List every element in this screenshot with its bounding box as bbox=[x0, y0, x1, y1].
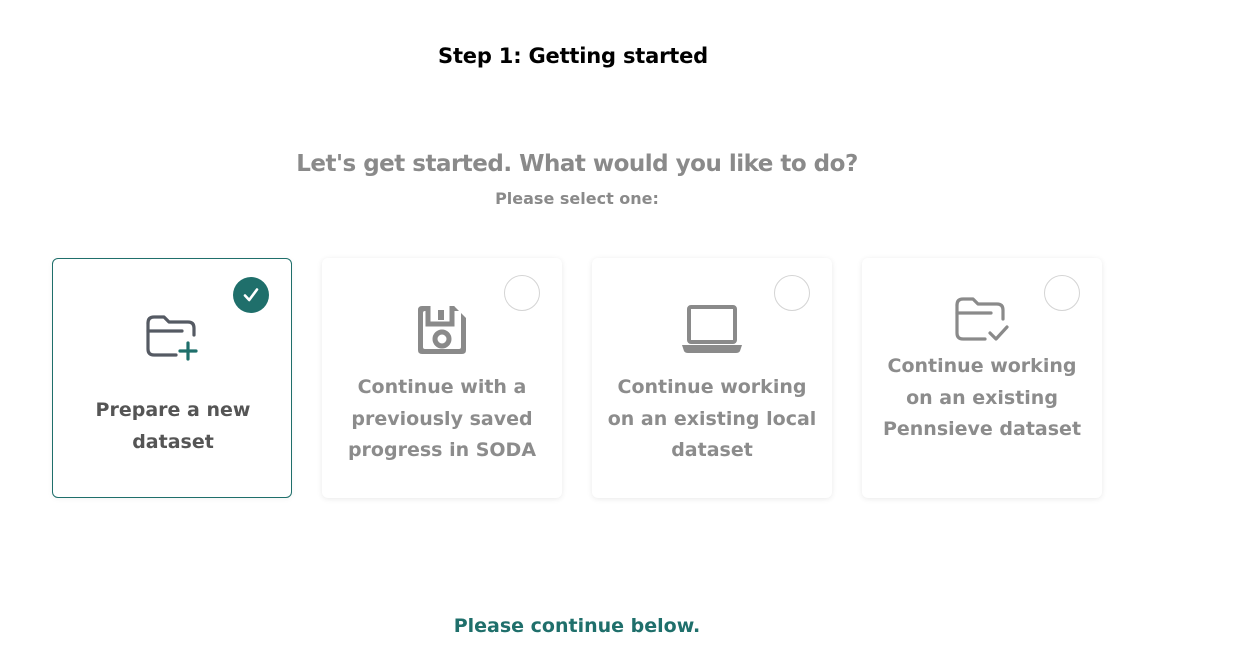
folder-check-icon bbox=[862, 293, 1102, 347]
step-title: Step 1: Getting started bbox=[438, 44, 708, 68]
option-label: Continue working on an existing Pennsiev… bbox=[882, 355, 1082, 440]
floppy-disk-icon bbox=[322, 302, 562, 358]
question-heading: Let's get started. What would you like t… bbox=[296, 151, 858, 177]
option-label: Continue with a previously saved progres… bbox=[347, 376, 537, 461]
option-card-saved-progress[interactable]: Continue with a previously saved progres… bbox=[322, 258, 562, 498]
continue-message: Please continue below. bbox=[453, 615, 701, 637]
getting-started-page: Step 1: Getting started Let's get starte… bbox=[0, 0, 1246, 669]
option-card-local-dataset[interactable]: Continue working on an existing local da… bbox=[592, 258, 832, 498]
laptop-icon bbox=[592, 304, 832, 354]
instruction-text: Please select one: bbox=[495, 189, 659, 208]
selected-check-icon bbox=[233, 277, 269, 313]
option-card-new-dataset[interactable]: Prepare a new dataset bbox=[52, 258, 292, 498]
option-label: Continue working on an existing local da… bbox=[607, 376, 817, 461]
folder-plus-icon bbox=[53, 311, 291, 363]
option-label: Prepare a new dataset bbox=[95, 399, 251, 453]
option-card-pennsieve-dataset[interactable]: Continue working on an existing Pennsiev… bbox=[862, 258, 1102, 498]
